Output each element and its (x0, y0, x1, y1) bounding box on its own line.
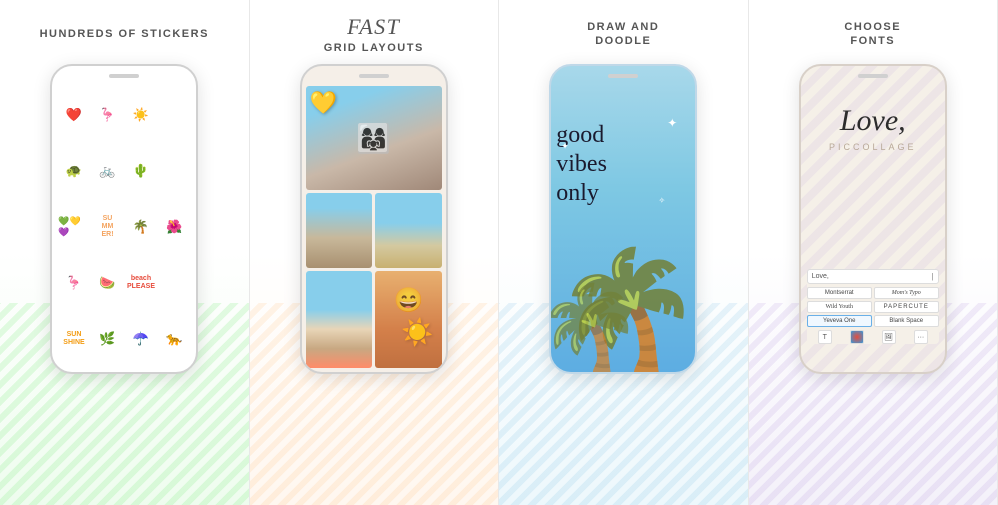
panel-stickers-title: HUNDREDS OF STICKERS (40, 18, 209, 50)
sticker-umbrella: ☂️ (125, 312, 157, 366)
sticker-empty2 (159, 144, 191, 198)
sticker-palm: 🌴 (125, 200, 157, 254)
font-tool-image[interactable]: 🖼 (882, 330, 896, 344)
sticker-flower: 🌺 (159, 200, 191, 254)
sticker-watermelon: 🍉 (92, 256, 124, 310)
font-demo-piccollage: PICCOLLAGE (801, 142, 945, 152)
collage-row-2 (306, 193, 442, 268)
sticker-sun: ☀️ (125, 88, 157, 142)
panel-draw-doodle: DRAW AND DOODLE 🌴 🌴 goodvibesonly ✦ ✦ ✧ (499, 0, 749, 505)
panel-stickers: HUNDREDS OF STICKERS ❤️ 🦩 ☀️ 🐢 🚲 🌵 💚💛💜 S… (0, 0, 250, 505)
font-toolbar: T 🖼 ··· (807, 330, 939, 344)
collage-cell-boardwalk (306, 193, 373, 268)
sparkle-mark-3: ✧ (659, 196, 666, 205)
collage-cell-ferris (306, 271, 373, 368)
sticker-sunshine: SUNSHINE (58, 312, 90, 366)
font-tool-more[interactable]: ··· (914, 330, 928, 344)
sun-overlay-sticker: ☀️ (401, 317, 433, 348)
font-demo-love: Love, (801, 104, 945, 138)
font-option-yeveva[interactable]: Yeveva One (807, 315, 872, 327)
sticker-bike: 🚲 (92, 144, 124, 198)
font-tool-color[interactable] (850, 330, 864, 344)
font-picker-panel: Love, | Montserrat Mom's Typo Wild Youth… (807, 269, 939, 344)
phone-fonts: Love, PICCOLLAGE Love, | Montserrat Mom'… (799, 64, 947, 374)
panel-choose-fonts: CHOOSE FONTS Love, PICCOLLAGE Love, | Mo… (749, 0, 998, 505)
font-option-wild-youth[interactable]: Wild Youth (807, 301, 872, 313)
sticker-flamingo2: 🦩 (58, 256, 90, 310)
font-options-grid: Montserrat Mom's Typo Wild Youth PAPERCU… (807, 287, 939, 327)
sticker-cactus: 🌵 (125, 144, 157, 198)
panel-grid-title: Fast GRID LAYOUTS (324, 18, 424, 50)
collage-row-3: 😄 ☀️ (306, 271, 442, 368)
collage-cell-people-beach (375, 193, 442, 268)
sticker-hearts: 💚💛💜 (58, 200, 90, 254)
phone-doodle: 🌴 🌴 goodvibesonly ✦ ✦ ✧ (549, 64, 697, 374)
gold-heart-sticker: 💛 (310, 90, 337, 116)
doodle-text: goodvibesonly (556, 121, 665, 207)
stickers-grid: ❤️ 🦩 ☀️ 🐢 🚲 🌵 💚💛💜 SUMMER! 🌴 🌺 🦩 🍉 beachP… (58, 88, 190, 366)
grid-title-normal: GRID LAYOUTS (324, 41, 424, 55)
sparkle-mark-2: ✦ (561, 141, 569, 152)
font-option-montserrat[interactable]: Montserrat (807, 287, 872, 299)
sticker-summer: SUMMER! (92, 200, 124, 254)
collage-container: 👩‍👩‍👧 💛 😄 ☀️ (306, 86, 442, 368)
panel-fonts-title: CHOOSE FONTS (844, 18, 901, 50)
font-demo-display: Love, PICCOLLAGE (801, 104, 945, 152)
font-option-papercute[interactable]: PAPERCUTE (874, 301, 939, 313)
sticker-turtle: 🐢 (58, 144, 90, 198)
palm-tree-left: 🌴 (549, 287, 642, 372)
sticker-empty3 (159, 256, 191, 310)
panel-doodle-title: DRAW AND DOODLE (587, 18, 659, 50)
photo-collage: 👩‍👩‍👧 💛 😄 ☀️ (306, 86, 442, 368)
phone-stickers: ❤️ 🦩 ☀️ 🐢 🚲 🌵 💚💛💜 SUMMER! 🌴 🌺 🦩 🍉 beachP… (50, 64, 198, 374)
grid-title-italic: Fast (347, 14, 400, 39)
sticker-leopard: 🐆 (159, 312, 191, 366)
font-text-input[interactable]: Love, | (807, 269, 939, 284)
sticker-leaves: 🌿 (92, 312, 124, 366)
font-option-blank-space[interactable]: Blank Space (874, 315, 939, 327)
font-option-moms-typo[interactable]: Mom's Typo (874, 287, 939, 299)
collage-row-1: 👩‍👩‍👧 💛 (306, 86, 442, 190)
font-input-cursor: | (932, 272, 934, 281)
font-tool-text[interactable]: T (818, 330, 832, 344)
sticker-beach-please: beachPLEASE (125, 256, 157, 310)
phone-grid: 👩‍👩‍👧 💛 😄 ☀️ (300, 64, 448, 374)
sparkle-mark-1: ✦ (667, 116, 677, 130)
panel-grid-layouts: Fast GRID LAYOUTS 👩‍👩‍👧 💛 (250, 0, 500, 505)
sticker-flamingo: 🦩 (92, 88, 124, 142)
sticker-empty (159, 88, 191, 142)
sticker-heart: ❤️ (58, 88, 90, 142)
